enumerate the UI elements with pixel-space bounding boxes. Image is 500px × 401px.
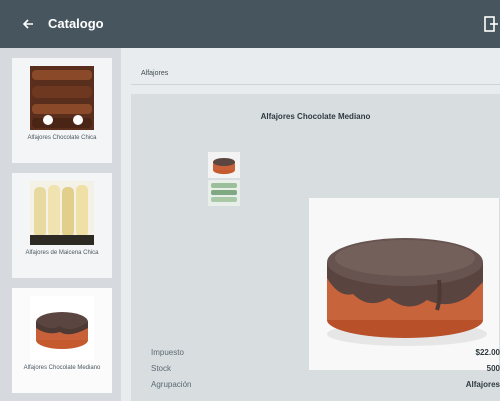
breadcrumb[interactable]: Alfajores xyxy=(141,70,168,77)
alfajores-chocolate-chica-image xyxy=(30,66,94,130)
info-value: Alfajores xyxy=(465,380,500,389)
product-card: Alfajores Chocolate Mediano Impuesto $22… xyxy=(131,94,500,401)
info-row-agrupacion: Agrupación Alfajores xyxy=(151,378,500,392)
app-bar: Catalogo xyxy=(0,0,500,48)
sidebar-item-label: Alfajores Chocolate Chica xyxy=(27,135,97,141)
product-thumbnail[interactable] xyxy=(208,152,240,178)
category-sidebar: Alfajores Chocolate Chica Alfajores de M… xyxy=(0,48,121,401)
arrow-left-icon xyxy=(22,19,33,29)
sidebar-item-alfajores-chocolate-chica[interactable]: Alfajores Chocolate Chica xyxy=(12,58,112,163)
alfajor-chocolate-mediano-image xyxy=(30,296,94,360)
info-label: Impuesto xyxy=(151,348,184,357)
sidebar-item-alfajores-chocolate-mediano[interactable]: Alfajores Chocolate Mediano xyxy=(12,288,112,393)
sidebar-item-label: Alfajores de Maicena Chica xyxy=(25,250,99,256)
alfajor-thumbnail-image xyxy=(208,152,240,178)
product-title: Alfajores Chocolate Mediano xyxy=(260,112,371,121)
back-button[interactable] xyxy=(18,14,38,34)
sidebar-item-label: Alfajores Chocolate Mediano xyxy=(23,365,101,371)
info-value: 500 xyxy=(486,364,500,373)
maicena-thumbnail-image xyxy=(208,180,240,206)
alfajor-chocolate-mediano-image xyxy=(309,198,499,370)
info-label: Stock xyxy=(151,364,172,373)
exit-button[interactable] xyxy=(484,15,498,33)
exit-icon xyxy=(484,16,498,32)
info-value: $22.00 xyxy=(475,348,500,357)
divider xyxy=(131,84,500,85)
product-main-image xyxy=(309,198,499,370)
sidebar-item-alfajores-maicena-chica[interactable]: Alfajores de Maicena Chica xyxy=(12,173,112,278)
info-row-impuesto: Impuesto $22.00 xyxy=(151,346,500,360)
info-row-stock: Stock 500 xyxy=(151,362,500,376)
product-detail-panel: Alfajores Alfajores Chocolate Mediano Im… xyxy=(121,48,500,401)
product-thumbnail[interactable] xyxy=(208,180,240,206)
info-label: Agrupación xyxy=(151,380,192,389)
alfajores-maicena-chica-image xyxy=(30,181,94,245)
app-title: Catalogo xyxy=(48,16,104,31)
